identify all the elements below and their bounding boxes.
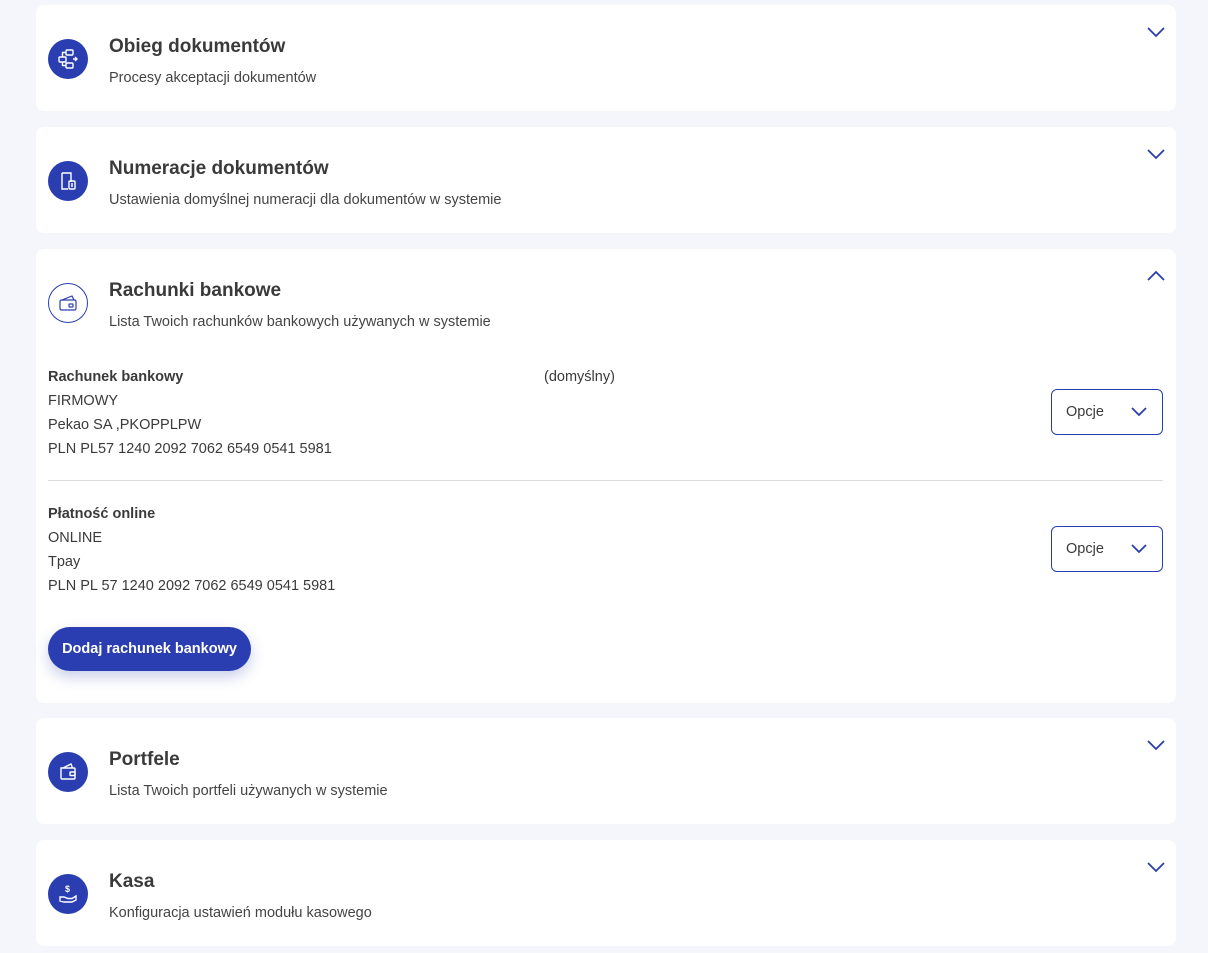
account-name: Płatność online: [48, 506, 156, 522]
section-subtitle: Ustawienia domyślnej numeracji dla dokum…: [109, 192, 502, 208]
section-subtitle: Lista Twoich portfeli używanych w system…: [109, 783, 388, 799]
section-title: Numeracje dokumentów: [109, 158, 329, 179]
account-number: PLN PL57 1240 2092 7062 6549 0541 5981: [48, 441, 332, 457]
account-bank: Pekao SA ,PKOPPLPW: [48, 417, 202, 433]
section-title: Kasa: [109, 871, 155, 892]
chevron-down-icon: [1131, 544, 1147, 554]
section-subtitle: Konfiguracja ustawień modułu kasowego: [109, 905, 372, 921]
account-type: ONLINE: [48, 530, 102, 546]
section-rachunki-bankowe: Rachunki bankowe Lista Twoich rachunków …: [36, 249, 1176, 703]
section-subtitle: Lista Twoich rachunków bankowych używany…: [109, 314, 491, 330]
bank-card-icon: [48, 283, 88, 323]
bank-account-item: Rachunek bankowy (domyślny) FIRMOWY Peka…: [48, 365, 1163, 461]
chevron-down-icon[interactable]: [1146, 25, 1166, 39]
chevron-up-icon[interactable]: [1146, 269, 1166, 283]
add-bank-account-button[interactable]: Dodaj rachunek bankowy: [48, 627, 251, 671]
chevron-down-icon[interactable]: [1146, 738, 1166, 752]
section-title: Portfele: [109, 749, 180, 770]
section-portfele[interactable]: Portfele Lista Twoich portfeli używanych…: [36, 718, 1176, 824]
options-label: Opcje: [1066, 404, 1104, 420]
chevron-down-icon: [1131, 407, 1147, 417]
options-label: Opcje: [1066, 541, 1104, 557]
section-numeracje-dokumentow[interactable]: Numeracje dokumentów Ustawienia domyślne…: [36, 127, 1176, 233]
options-dropdown[interactable]: Opcje: [1051, 389, 1163, 435]
section-subtitle: Procesy akceptacji dokumentów: [109, 70, 317, 86]
workflow-icon: [48, 39, 88, 79]
section-obieg-dokumentow[interactable]: Obieg dokumentów Procesy akceptacji doku…: [36, 5, 1176, 111]
account-type: FIRMOWY: [48, 393, 119, 409]
options-dropdown[interactable]: Opcje: [1051, 526, 1163, 572]
document-numbering-icon: [48, 161, 88, 201]
cash-hand-icon: $: [48, 874, 88, 914]
account-number: PLN PL 57 1240 2092 7062 6549 0541 5981: [48, 578, 336, 594]
svg-text:$: $: [65, 884, 70, 894]
default-badge: (domyślny): [544, 369, 615, 385]
divider: [48, 480, 1163, 481]
section-title: Rachunki bankowe: [109, 280, 282, 301]
bank-account-item: Płatność online ONLINE Tpay PLN PL 57 12…: [48, 502, 1163, 598]
account-bank: Tpay: [48, 554, 81, 570]
chevron-down-icon[interactable]: [1146, 147, 1166, 161]
section-title: Obieg dokumentów: [109, 36, 286, 57]
wallet-icon: [48, 752, 88, 792]
chevron-down-icon[interactable]: [1146, 860, 1166, 874]
section-kasa[interactable]: $ Kasa Konfiguracja ustawień modułu kaso…: [36, 840, 1176, 946]
